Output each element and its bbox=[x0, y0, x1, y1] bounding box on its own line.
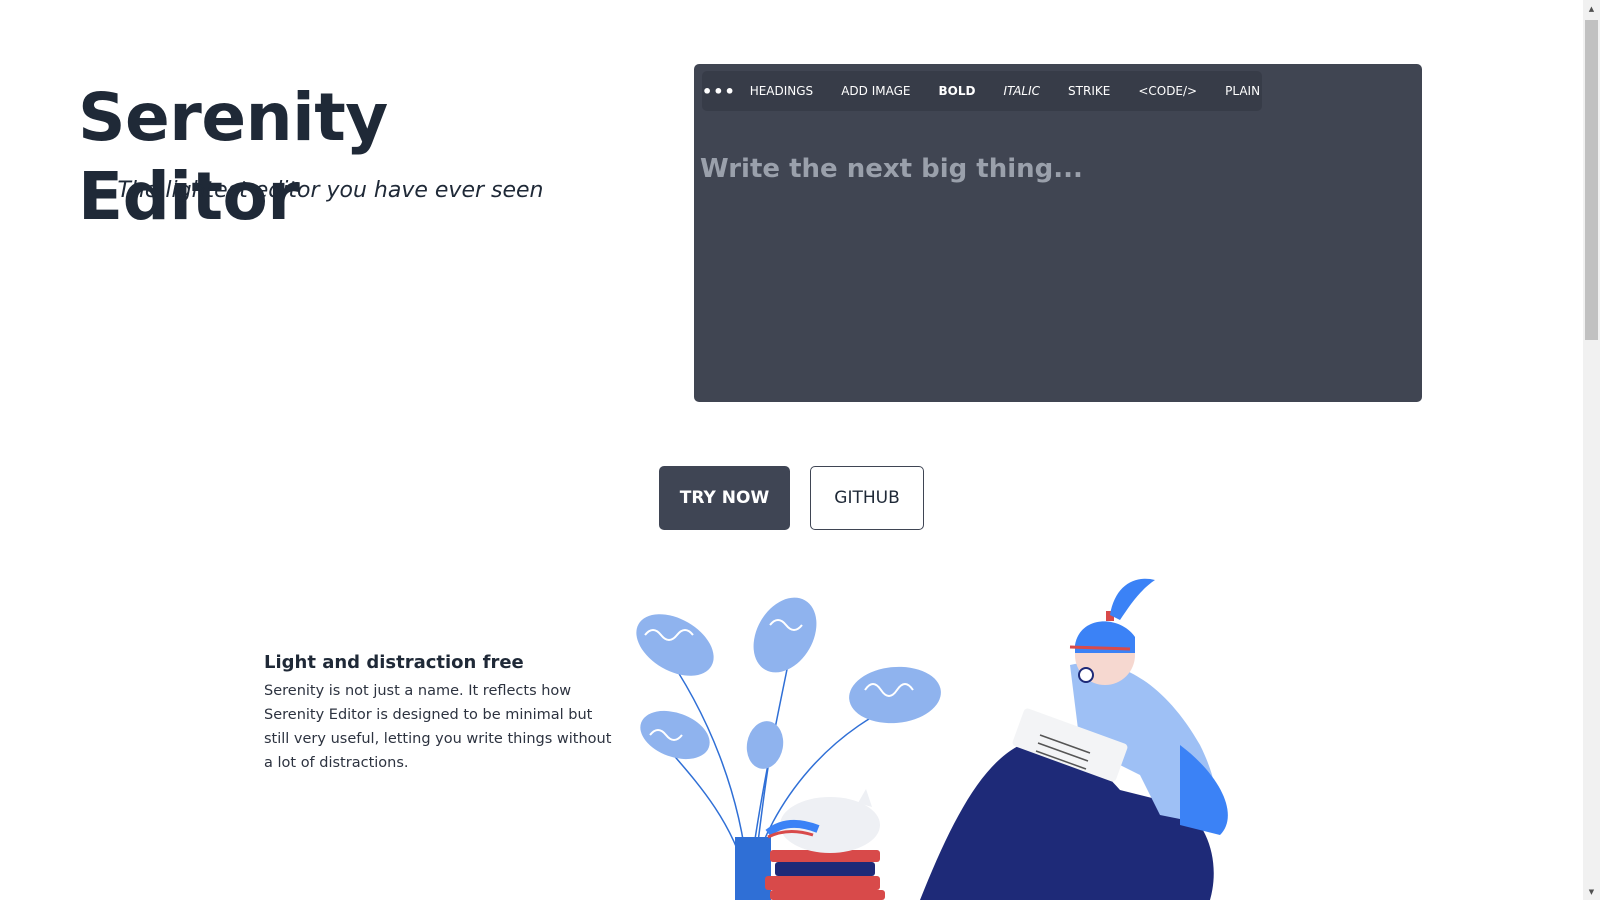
books-icon bbox=[765, 850, 885, 900]
page-title: Serenity Editor bbox=[78, 79, 388, 236]
cat-icon bbox=[765, 789, 880, 853]
pot-icon bbox=[735, 837, 771, 900]
toolbar-code[interactable]: <CODE/> bbox=[1124, 71, 1211, 111]
scrollbar[interactable]: ▲ ▼ bbox=[1583, 0, 1600, 900]
reading-person-illustration bbox=[636, 578, 1228, 900]
try-now-button[interactable]: TRY NOW bbox=[659, 466, 790, 530]
feature-description: Serenity is not just a name. It reflects… bbox=[264, 683, 612, 771]
person-icon bbox=[920, 578, 1228, 900]
editor-placeholder[interactable]: Write the next big thing... bbox=[700, 154, 1406, 386]
scroll-thumb[interactable] bbox=[1585, 20, 1598, 340]
toolbar-headings[interactable]: HEADINGS bbox=[736, 71, 828, 111]
feature-title: Light and distraction free bbox=[264, 652, 524, 673]
editor-toolbar: ••• HEADINGS ADD IMAGE BOLD ITALIC STRIK… bbox=[702, 71, 1262, 111]
toolbar-add-image[interactable]: ADD IMAGE bbox=[827, 71, 924, 111]
editor-demo[interactable]: ••• HEADINGS ADD IMAGE BOLD ITALIC STRIK… bbox=[694, 64, 1422, 402]
more-dots-icon[interactable]: ••• bbox=[702, 71, 736, 111]
scroll-up-icon[interactable]: ▲ bbox=[1583, 0, 1600, 17]
scroll-down-icon[interactable]: ▼ bbox=[1583, 883, 1600, 900]
github-button[interactable]: GITHUB bbox=[810, 466, 924, 530]
page-subtitle: The lightest editor you have ever seen bbox=[117, 178, 544, 203]
toolbar-plain[interactable]: PLAIN bbox=[1211, 71, 1274, 111]
toolbar-strike[interactable]: STRIKE bbox=[1054, 71, 1124, 111]
toolbar-italic[interactable]: ITALIC bbox=[989, 71, 1054, 111]
toolbar-bold[interactable]: BOLD bbox=[924, 71, 989, 111]
